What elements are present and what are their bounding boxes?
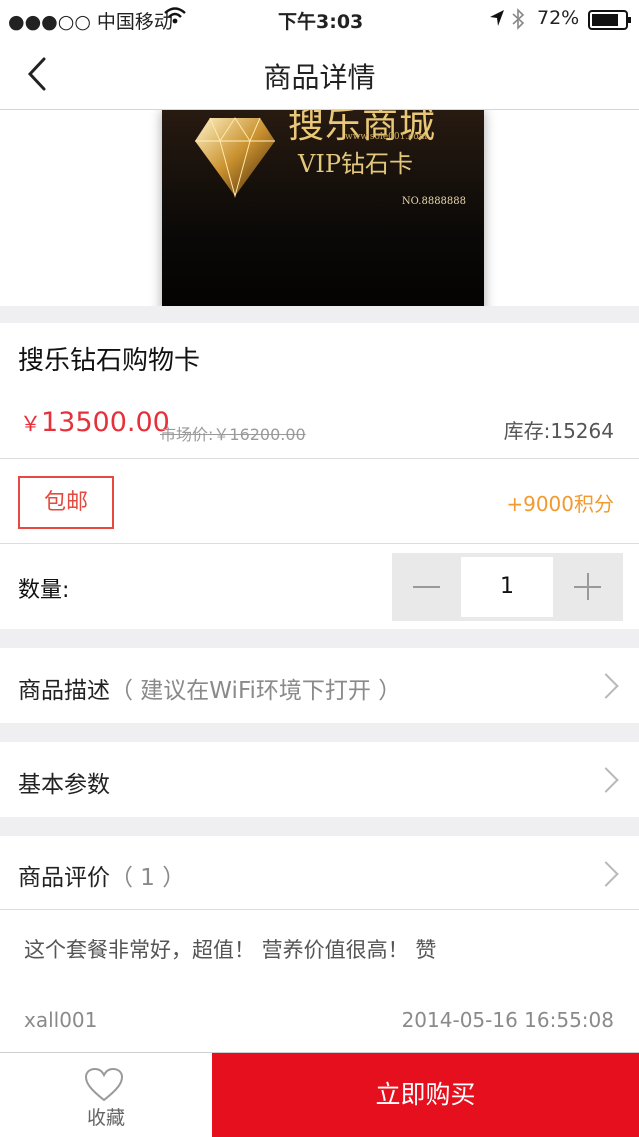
description-label: 商品描述（ 建议在WiFi环境下打开 ） bbox=[18, 671, 401, 705]
review-text: 这个套餐非常好，超值！ 营养价值很高！ 赞 bbox=[24, 938, 437, 962]
free-shipping-badge: 包邮 bbox=[18, 476, 114, 529]
product-price: ￥13500.00 bbox=[20, 407, 170, 438]
page-title: 商品详情 bbox=[263, 61, 376, 94]
location-arrow-icon bbox=[489, 9, 505, 32]
points-label: +9000积分 bbox=[506, 492, 614, 516]
product-name: 搜乐钻石购物卡 bbox=[18, 346, 201, 376]
description-title: 商品描述 bbox=[18, 678, 110, 704]
bottom-action-bar: 收藏 立即购买 bbox=[0, 1052, 639, 1137]
card-url-text: www.sole001.com bbox=[345, 132, 428, 142]
chevron-right-icon bbox=[593, 861, 619, 887]
quantity-label: 数量: bbox=[18, 578, 70, 603]
heart-icon bbox=[84, 1067, 124, 1102]
wifi-icon bbox=[163, 6, 187, 31]
chevron-right-icon bbox=[593, 673, 619, 699]
battery-percent: 72% bbox=[537, 7, 580, 29]
reviews-title: 商品评价 bbox=[18, 865, 110, 891]
review-date: 2014-05-16 16:55:08 bbox=[401, 1008, 614, 1032]
stock-count: 库存:15264 bbox=[503, 419, 614, 443]
card-number-text: NO.8888888 bbox=[401, 196, 466, 207]
diamond-icon bbox=[195, 117, 275, 198]
bluetooth-icon bbox=[511, 8, 525, 35]
description-hint: （ 建议在WiFi环境下打开 ） bbox=[110, 678, 402, 704]
product-image: 搜乐商城 www.sole001.com VIP钻石卡 NO.8888888 bbox=[162, 110, 484, 306]
quantity-input[interactable]: 1 bbox=[461, 557, 553, 617]
buy-now-button[interactable]: 立即购买 bbox=[212, 1053, 639, 1137]
favorite-label: 收藏 bbox=[86, 1107, 125, 1129]
decrease-button[interactable] bbox=[392, 553, 460, 621]
reviews-count: （ 1 ） bbox=[110, 865, 186, 891]
market-price: 市场价:￥16200.00 bbox=[160, 425, 306, 444]
divider bbox=[0, 458, 639, 459]
favorite-button[interactable]: 收藏 bbox=[0, 1053, 212, 1137]
clock: 下午3:03 bbox=[278, 11, 364, 33]
navigation-bar: 商品详情 bbox=[0, 40, 639, 110]
quantity-stepper: 1 bbox=[392, 553, 623, 621]
review-user: xall001 bbox=[24, 1008, 98, 1032]
reviews-row[interactable]: 商品评价（ 1 ） bbox=[0, 836, 639, 910]
card-vip-text: VIP钻石卡 bbox=[298, 150, 413, 178]
chevron-right-icon bbox=[593, 767, 619, 793]
divider bbox=[0, 543, 639, 544]
increase-button[interactable] bbox=[553, 553, 623, 621]
params-row[interactable]: 基本参数 bbox=[0, 742, 639, 817]
card-brand-text: 搜乐商城 bbox=[288, 110, 437, 146]
battery-icon bbox=[588, 10, 632, 35]
status-bar: ●●●○○ 中国移动 下午3:03 72% bbox=[0, 0, 639, 40]
reviews-label: 商品评价（ 1 ） bbox=[18, 858, 185, 892]
description-row[interactable]: 商品描述（ 建议在WiFi环境下打开 ） bbox=[0, 648, 639, 723]
params-label: 基本参数 bbox=[18, 772, 110, 798]
product-image-area: 搜乐商城 www.sole001.com VIP钻石卡 NO.8888888 bbox=[0, 110, 639, 306]
carrier-label: ●●●○○ 中国移动 bbox=[8, 11, 173, 33]
currency-symbol: ￥ bbox=[20, 412, 41, 436]
price-value: 13500.00 bbox=[41, 407, 170, 438]
divider bbox=[0, 909, 639, 910]
